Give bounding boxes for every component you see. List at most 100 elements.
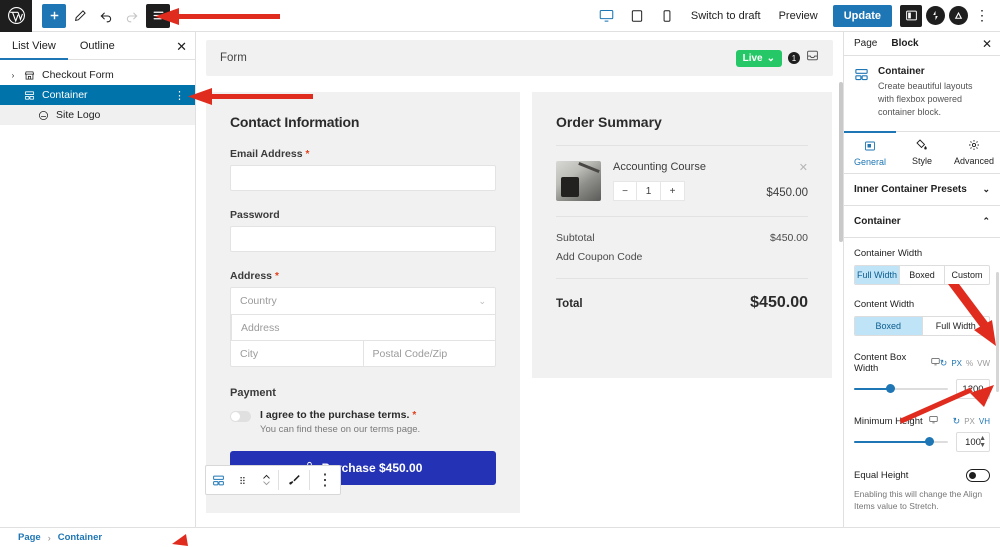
stepper-arrows-icon[interactable]: ▲ ▼: [979, 435, 986, 449]
equal-height-toggle[interactable]: [966, 469, 990, 482]
email-field[interactable]: [230, 165, 496, 191]
remove-item-icon[interactable]: ✕: [799, 161, 808, 174]
tab-general[interactable]: General: [844, 131, 896, 173]
chevron-down-icon[interactable]: ⱟ: [6, 91, 20, 100]
accordion-label: Inner Container Presets: [854, 184, 967, 195]
wordpress-logo-icon[interactable]: [0, 0, 32, 32]
paint-brush-icon[interactable]: [279, 466, 309, 494]
chevron-right-icon[interactable]: ›: [6, 71, 20, 80]
checkout-columns: Contact Information Email Address * Pass…: [196, 76, 843, 513]
inbox-icon[interactable]: [806, 49, 819, 67]
minimum-height-slider[interactable]: [854, 435, 948, 449]
city-field[interactable]: City: [231, 340, 363, 366]
more-vertical-icon[interactable]: ⋮: [310, 466, 340, 494]
total-label: Total: [556, 298, 583, 310]
chevron-down-icon: ⌄: [767, 53, 775, 64]
form-title: Form: [220, 52, 247, 64]
mobile-icon[interactable]: [654, 3, 680, 29]
tab-style-label: Style: [912, 156, 932, 166]
switch-to-draft-button[interactable]: Switch to draft: [684, 3, 768, 29]
total-value: $450.00: [750, 294, 808, 312]
settings-subtabs: General Style Advanced: [844, 132, 1000, 174]
container-width-segmented-control[interactable]: Full Width Boxed Custom: [854, 265, 990, 285]
reset-icon[interactable]: ↻: [953, 416, 961, 427]
drag-handle-icon[interactable]: [230, 466, 254, 494]
jetpack-icon[interactable]: [926, 6, 945, 25]
unit-percent[interactable]: %: [966, 359, 973, 368]
tab-page[interactable]: Page: [854, 38, 877, 49]
move-up-down-icon[interactable]: [254, 466, 278, 494]
slider-knob[interactable]: [925, 437, 934, 446]
password-field[interactable]: [230, 226, 496, 252]
container-width-option-full[interactable]: Full Width: [855, 266, 899, 284]
unit-px[interactable]: PX: [951, 359, 962, 368]
address-line-field[interactable]: Address: [231, 314, 495, 340]
tab-block[interactable]: Block: [891, 38, 918, 49]
slider-knob[interactable]: [886, 384, 895, 393]
more-vertical-icon[interactable]: ⋮: [174, 89, 185, 102]
quantity-value[interactable]: 1: [637, 181, 661, 201]
minimum-height-input[interactable]: 100 ▲ ▼: [956, 432, 990, 452]
accordion-container[interactable]: Container ⌃: [844, 206, 1000, 238]
desktop-icon[interactable]: [594, 3, 620, 29]
section-heading-order-summary: Order Summary: [556, 114, 808, 130]
content-box-width-slider[interactable]: [854, 382, 948, 396]
list-item-site-logo[interactable]: Site Logo: [0, 105, 195, 125]
order-line-item: Accounting Course − 1 + ✕ $450.00: [556, 161, 808, 201]
divider: [556, 145, 808, 146]
preview-button[interactable]: Preview: [772, 3, 825, 29]
city-zip-row: City Postal Code/Zip: [231, 340, 495, 366]
unit-vw[interactable]: VW: [977, 359, 990, 368]
unit-vh[interactable]: VH: [979, 417, 990, 426]
top-bar-left-tools: [42, 4, 170, 28]
close-icon[interactable]: ✕: [176, 39, 187, 55]
desktop-icon[interactable]: [931, 357, 940, 369]
tablet-icon[interactable]: [624, 3, 650, 29]
settings-scrollbar[interactable]: [996, 272, 999, 392]
country-select[interactable]: Country ⌄: [231, 288, 495, 314]
tab-outline[interactable]: Outline: [68, 32, 127, 60]
content-width-segmented-control[interactable]: Boxed Full Width: [854, 316, 990, 336]
undo-arrow-icon[interactable]: [94, 4, 118, 28]
minimum-height-row-label: Minimum Height ↻ PX VH: [854, 415, 990, 427]
update-button[interactable]: Update: [833, 5, 892, 27]
list-item-checkout-form[interactable]: › Checkout Form: [0, 65, 195, 85]
list-view-rows: › Checkout Form ⱟ Container ⋮ Site Logo: [0, 60, 195, 125]
add-block-button[interactable]: [42, 4, 66, 28]
postal-code-field[interactable]: Postal Code/Zip: [363, 340, 496, 366]
content-width-option-boxed[interactable]: Boxed: [855, 317, 922, 335]
content-width-option-full[interactable]: Full Width: [922, 317, 990, 335]
list-item-label: Checkout Form: [42, 69, 114, 81]
reset-icon[interactable]: ↻: [940, 358, 948, 369]
tab-style[interactable]: Style: [896, 132, 948, 173]
unit-px[interactable]: PX: [964, 417, 975, 426]
tab-advanced[interactable]: Advanced: [948, 132, 1000, 173]
list-item-container[interactable]: ⱟ Container ⋮: [0, 85, 195, 105]
container-width-option-custom[interactable]: Custom: [944, 266, 989, 284]
list-view-icon[interactable]: [146, 4, 170, 28]
breadcrumb-container[interactable]: Container: [58, 532, 102, 543]
settings-panel-icon[interactable]: [900, 5, 922, 27]
tab-list-view[interactable]: List View: [0, 32, 68, 60]
block-toolbar-group-1: [206, 466, 278, 494]
breadcrumb-page[interactable]: Page: [18, 532, 41, 543]
minimum-height-label: Minimum Height: [854, 416, 923, 427]
live-status-button[interactable]: Live ⌄: [736, 50, 782, 67]
quantity-decrease-button[interactable]: −: [613, 181, 637, 201]
address-label: Address *: [230, 270, 496, 282]
analytics-circle-icon[interactable]: [949, 6, 968, 25]
redo-arrow-icon[interactable]: [120, 4, 144, 28]
section-heading-contact: Contact Information: [230, 114, 496, 130]
edit-tools-button[interactable]: [68, 4, 92, 28]
accordion-inner-container-presets[interactable]: Inner Container Presets ⌄: [844, 174, 1000, 206]
desktop-icon[interactable]: [929, 415, 938, 427]
close-icon[interactable]: ✕: [982, 37, 992, 51]
quantity-increase-button[interactable]: +: [661, 181, 685, 201]
container-width-option-boxed[interactable]: Boxed: [899, 266, 944, 284]
add-coupon-link[interactable]: Add Coupon Code: [556, 251, 808, 263]
more-vertical-icon[interactable]: ⋮: [972, 7, 992, 24]
list-item-label: Site Logo: [56, 109, 100, 121]
terms-toggle[interactable]: [230, 411, 251, 422]
container-blocks-icon[interactable]: [206, 466, 230, 494]
content-box-width-input[interactable]: 1200: [956, 379, 990, 399]
